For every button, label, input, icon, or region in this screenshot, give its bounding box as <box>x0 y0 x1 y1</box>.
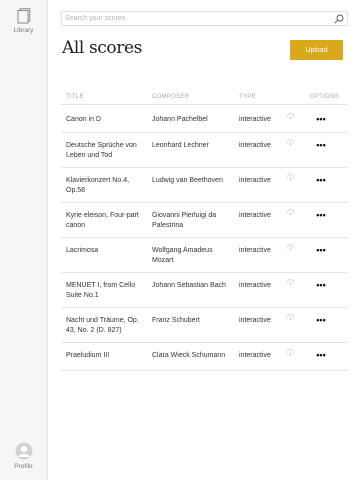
score-type: interactive <box>239 177 271 184</box>
table-row[interactable]: Lacrimosa Wolfgang Amadeus Mozart interact… <box>61 238 348 273</box>
score-title: Deutsche Sprüche von Leben und Tod <box>66 142 137 159</box>
sidebar-item-label: Profile <box>14 463 33 470</box>
score-type: interactive <box>239 142 271 149</box>
sidebar-item-profile[interactable]: Profile <box>0 442 47 470</box>
score-composer: Johann Sebastian Bach <box>152 282 226 289</box>
score-composer: Ludwig van Beethoven <box>152 177 223 184</box>
score-composer: Franz Schubert <box>152 317 200 324</box>
download-icon[interactable] <box>286 207 295 216</box>
library-icon <box>17 8 30 24</box>
options-button[interactable]: ••• <box>312 281 330 291</box>
score-title: Lacrimosa <box>66 247 99 254</box>
column-header-composer: COMPOSER <box>152 94 190 100</box>
score-type: interactive <box>239 317 271 324</box>
score-type: interactive <box>239 247 271 254</box>
download-icon[interactable] <box>286 137 295 146</box>
sidebar-item-label: Library <box>13 27 34 34</box>
options-button[interactable]: ••• <box>312 316 330 326</box>
download-icon[interactable] <box>286 111 295 120</box>
options-button[interactable]: ••• <box>312 211 330 221</box>
download-icon[interactable] <box>286 172 295 181</box>
table-row[interactable]: Kyrie eleison, Four-part canon Giovanni P… <box>61 203 348 238</box>
sidebar: Library Profile <box>0 0 48 480</box>
score-title: Nacht und Träume, Op. 43, No. 2 (D. 827) <box>66 317 139 334</box>
score-title: MENUET I, from Cello Suite No.1 <box>66 282 136 299</box>
score-composer: Johann Pachelbel <box>152 116 208 123</box>
upload-button[interactable]: Upload <box>290 40 343 60</box>
score-type: interactive <box>239 116 271 123</box>
column-header-options: OPTIONS <box>310 94 340 100</box>
search-bar <box>61 11 348 26</box>
score-title: Kyrie eleison, Four-part canon <box>66 212 139 229</box>
score-composer: Leonhard Lechner <box>152 142 209 149</box>
score-composer: Giovanni Pierluigi da Palestrina <box>152 212 217 229</box>
table-row[interactable]: Deutsche Sprüche von Leben und Tod Leonha… <box>61 133 348 168</box>
table-row[interactable]: Praeludium III Clara Wieck Schumann intera… <box>61 343 348 371</box>
column-header-title: TITLE <box>66 94 84 100</box>
options-button[interactable]: ••• <box>312 351 330 361</box>
table-row[interactable]: Canon in D Johann Pachelbel interactive ••• <box>61 105 348 133</box>
table-row[interactable]: Nacht und Träume, Op. 43, No. 2 (D. 827)… <box>61 308 348 343</box>
options-button[interactable]: ••• <box>312 176 330 186</box>
download-icon[interactable] <box>286 312 295 321</box>
table-row[interactable]: Klavierkonzert No.4, Op.58 Ludwig van Bee… <box>61 168 348 203</box>
download-icon[interactable] <box>286 347 295 356</box>
score-type: interactive <box>239 212 271 219</box>
score-composer: Clara Wieck Schumann <box>152 352 226 359</box>
score-title: Canon in D <box>66 116 102 123</box>
search-input[interactable] <box>65 13 327 24</box>
download-icon[interactable] <box>286 242 295 251</box>
options-button[interactable]: ••• <box>312 246 330 256</box>
column-header-type: TYPE <box>239 94 256 100</box>
table-row[interactable]: MENUET I, from Cello Suite No.1 Johann Se… <box>61 273 348 308</box>
options-button[interactable]: ••• <box>312 141 330 151</box>
avatar-icon <box>15 442 32 460</box>
score-composer: Wolfgang Amadeus Mozart <box>152 247 213 264</box>
score-title: Klavierkonzert No.4, Op.58 <box>66 177 130 194</box>
score-title: Praeludium III <box>66 352 110 359</box>
options-button[interactable]: ••• <box>312 115 330 125</box>
search-icon[interactable] <box>334 14 344 24</box>
score-type: interactive <box>239 352 271 359</box>
sidebar-item-library[interactable]: Library <box>0 8 47 34</box>
score-type: interactive <box>239 282 271 289</box>
download-icon[interactable] <box>286 277 295 286</box>
page-title: All scores <box>62 38 142 58</box>
